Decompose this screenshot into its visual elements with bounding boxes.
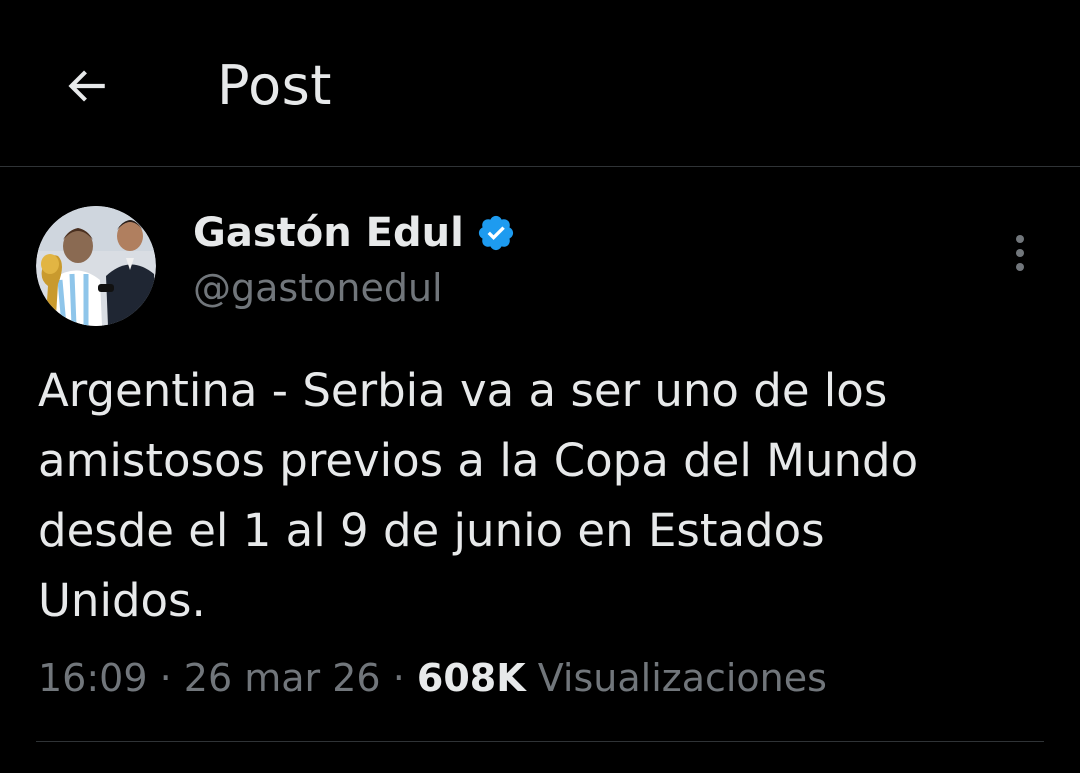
avatar[interactable] <box>36 206 156 326</box>
more-options-button[interactable] <box>996 225 1044 281</box>
back-button[interactable] <box>48 50 124 126</box>
more-vertical-icon <box>1016 235 1024 271</box>
post-metadata: 16:09 · 26 mar 26 · 608K Visualizaciones <box>38 656 827 700</box>
views-count: 608K <box>416 656 526 700</box>
profile-photo <box>36 206 156 326</box>
divider <box>36 741 1044 742</box>
top-bar: Post <box>0 0 1080 167</box>
arrow-left-icon <box>61 61 111 115</box>
author-name[interactable]: Gastón Edul <box>193 210 516 256</box>
author-name-label: Gastón Edul <box>193 210 464 256</box>
meta-separator: · <box>392 656 405 700</box>
post-date[interactable]: 26 mar 26 <box>184 656 381 700</box>
author-handle[interactable]: @gastonedul <box>193 266 443 310</box>
views-label: Visualizaciones <box>537 656 827 700</box>
post-time[interactable]: 16:09 <box>38 656 148 700</box>
meta-separator: · <box>159 656 172 700</box>
verified-badge-icon <box>476 213 516 253</box>
page-title: Post <box>217 54 332 117</box>
post-text: Argentina - Serbia va a ser uno de los a… <box>38 364 919 627</box>
